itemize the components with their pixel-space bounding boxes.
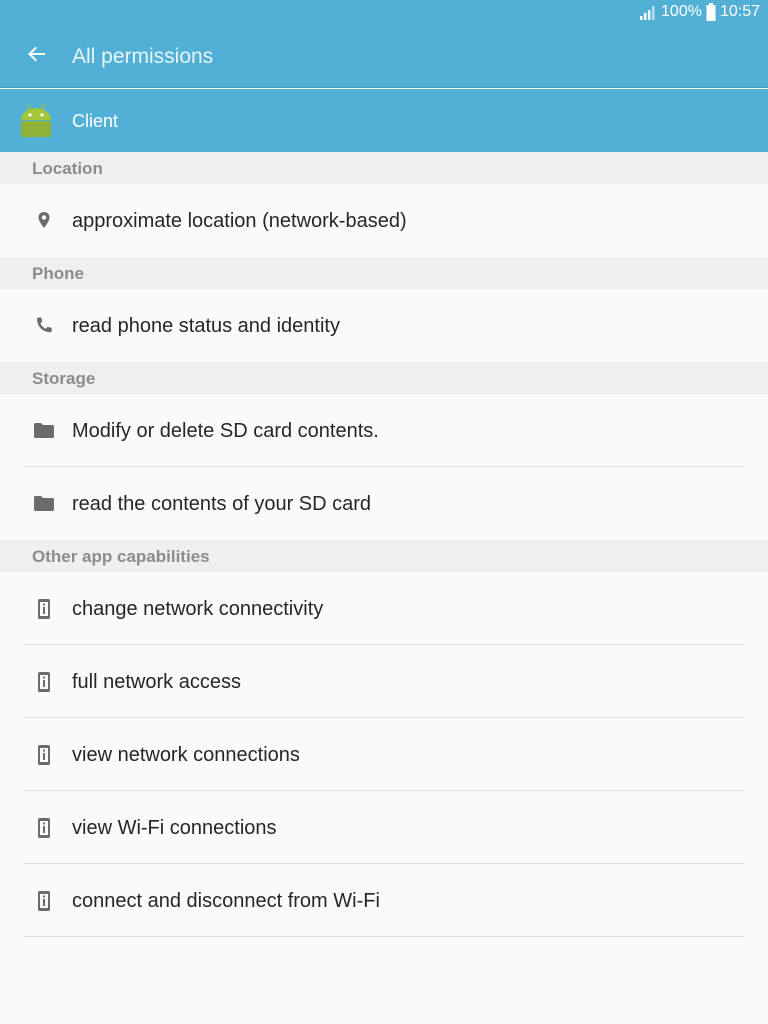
status-indicators: 100% 10:57: [639, 2, 760, 22]
location-pin-icon: [32, 209, 56, 233]
device-info-icon: [32, 670, 56, 694]
folder-icon: [32, 419, 56, 443]
permission-label: read phone status and identity: [72, 315, 340, 337]
device-info-icon: [32, 743, 56, 767]
permission-label: full network access: [72, 671, 241, 693]
device-info-icon: [32, 816, 56, 840]
arrow-back-icon: [27, 46, 45, 67]
device-info-icon: [32, 889, 56, 913]
device-info-icon: [32, 597, 56, 621]
permission-item-storage[interactable]: read the contents of your SD card: [0, 467, 768, 540]
phone-icon: [32, 314, 56, 338]
permission-label: view Wi-Fi connections: [72, 817, 277, 839]
permission-label: approximate location (network-based): [72, 210, 407, 232]
permission-item-location[interactable]: approximate location (network-based): [0, 184, 768, 257]
permission-item-other[interactable]: change network connectivity: [0, 572, 768, 645]
section-header-storage: Storage: [0, 362, 768, 394]
permission-label: Modify or delete SD card contents.: [72, 420, 379, 442]
battery-percent: 100%: [661, 3, 702, 20]
permission-list: Location approximate location (network-b…: [0, 152, 768, 937]
app-name: Client: [72, 111, 119, 131]
permission-label: connect and disconnect from Wi-Fi: [72, 890, 380, 912]
section-header-location: Location: [0, 152, 768, 184]
permission-item-other[interactable]: connect and disconnect from Wi-Fi: [0, 864, 768, 937]
app-bar: All permissions: [0, 24, 768, 88]
status-time: 10:57: [719, 3, 760, 20]
signal-icon: [639, 4, 657, 20]
permission-label: change network connectivity: [72, 598, 324, 620]
page-title: All permissions: [72, 45, 214, 68]
status-bar: 100% 10:57: [0, 0, 768, 24]
permission-label: read the contents of your SD card: [72, 493, 372, 515]
permission-item-storage[interactable]: Modify or delete SD card contents.: [0, 394, 768, 467]
app-info-row: Client: [0, 89, 768, 152]
permission-label: view network connections: [72, 744, 300, 766]
permission-item-phone[interactable]: read phone status and identity: [0, 289, 768, 362]
permission-item-other[interactable]: full network access: [0, 645, 768, 718]
permission-item-other[interactable]: view network connections: [0, 718, 768, 791]
battery-icon: [706, 3, 716, 21]
section-header-phone: Phone: [0, 257, 768, 289]
folder-icon: [32, 492, 56, 516]
android-icon: [18, 102, 54, 138]
section-header-other-app-capabilities: Other app capabilities: [0, 540, 768, 572]
back-button[interactable]: [20, 40, 52, 72]
permission-item-other[interactable]: view Wi-Fi connections: [0, 791, 768, 864]
